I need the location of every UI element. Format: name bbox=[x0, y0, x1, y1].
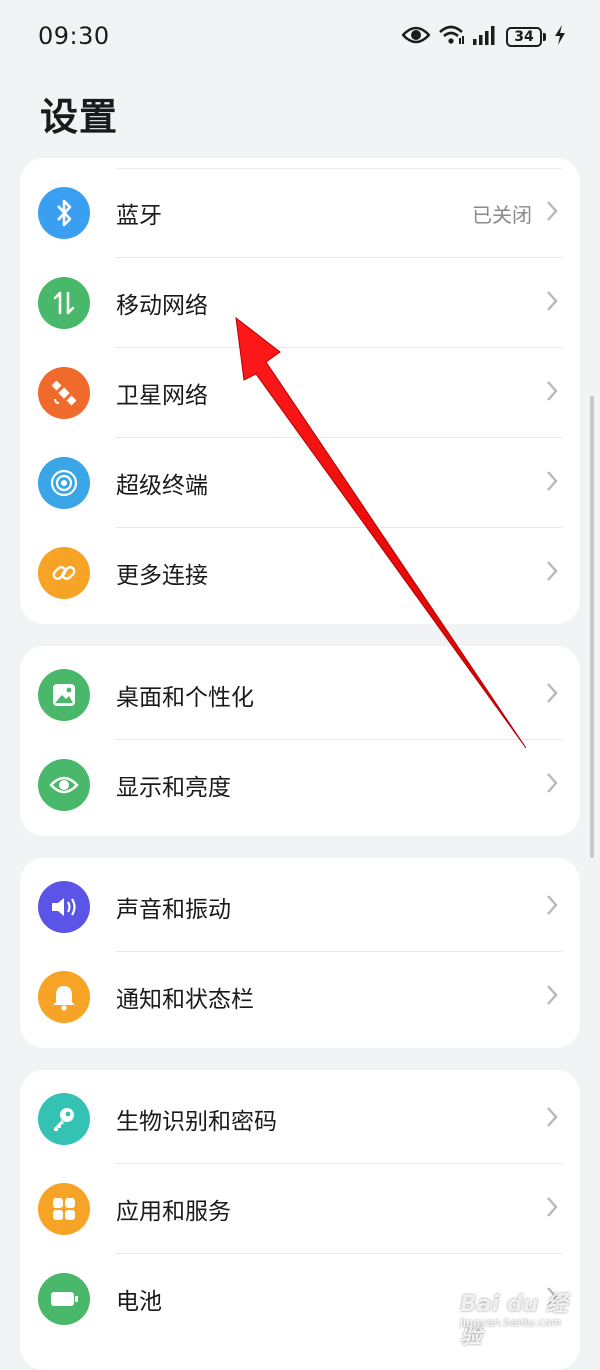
settings-item-biometrics-password[interactable]: 生物识别和密码 bbox=[20, 1074, 580, 1164]
settings-item-label: 应用和服务 bbox=[116, 1199, 231, 1225]
charging-icon bbox=[554, 25, 566, 49]
battery-icon: 34 bbox=[506, 27, 546, 47]
chevron-right-icon bbox=[546, 894, 558, 920]
settings-item-label: 显示和亮度 bbox=[116, 775, 231, 801]
settings-group-display: 桌面和个性化 显示和亮度 bbox=[20, 646, 580, 836]
settings-item-mobile-network[interactable]: 移动网络 bbox=[20, 258, 580, 348]
settings-item-label: 卫星网络 bbox=[116, 383, 208, 409]
watermark-url: jingyan.baidu.com bbox=[460, 1316, 562, 1329]
chevron-right-icon bbox=[546, 772, 558, 798]
settings-group-connections: 蓝牙 已关闭 移动网络 卫星网络 超级终端 更多连接 bbox=[20, 158, 580, 624]
settings-item-label: 通知和状态栏 bbox=[116, 987, 254, 1013]
link-icon bbox=[38, 547, 90, 599]
chevron-right-icon bbox=[546, 560, 558, 586]
settings-item-apps-services[interactable]: 应用和服务 bbox=[20, 1164, 580, 1254]
settings-item-desktop-personalization[interactable]: 桌面和个性化 bbox=[20, 650, 580, 740]
chevron-right-icon bbox=[546, 380, 558, 406]
signal-icon bbox=[472, 25, 498, 49]
wifi-icon bbox=[438, 24, 464, 50]
settings-item-satellite-network[interactable]: 卫星网络 bbox=[20, 348, 580, 438]
super-device-icon bbox=[38, 457, 90, 509]
chevron-right-icon bbox=[546, 470, 558, 496]
settings-item-sound-vibration[interactable]: 声音和振动 bbox=[20, 862, 580, 952]
speaker-icon bbox=[38, 881, 90, 933]
settings-item-label: 声音和振动 bbox=[116, 897, 231, 923]
chevron-right-icon bbox=[546, 682, 558, 708]
apps-icon bbox=[38, 1183, 90, 1235]
wallpaper-icon bbox=[38, 669, 90, 721]
settings-item-more-connections[interactable]: 更多连接 bbox=[20, 528, 580, 618]
eye-icon bbox=[38, 759, 90, 811]
battery-level: 34 bbox=[506, 27, 542, 47]
settings-item-label: 生物识别和密码 bbox=[116, 1109, 277, 1135]
watermark: Bai du 经验 jingyan.baidu.com bbox=[460, 1286, 580, 1349]
battery-icon bbox=[38, 1273, 90, 1325]
settings-item-label: 超级终端 bbox=[116, 473, 208, 499]
settings-item-label: 移动网络 bbox=[116, 293, 208, 319]
chevron-right-icon bbox=[546, 1196, 558, 1222]
settings-item-super-device[interactable]: 超级终端 bbox=[20, 438, 580, 528]
settings-item-display-brightness[interactable]: 显示和亮度 bbox=[20, 740, 580, 830]
status-time: 09:30 bbox=[38, 22, 110, 50]
key-icon bbox=[38, 1093, 90, 1145]
chevron-right-icon bbox=[546, 290, 558, 316]
satellite-icon bbox=[38, 367, 90, 419]
bluetooth-icon bbox=[38, 187, 90, 239]
status-bar: 09:30 34 bbox=[0, 0, 600, 76]
settings-group-sound-notifications: 声音和振动 通知和状态栏 bbox=[20, 858, 580, 1048]
chevron-right-icon bbox=[546, 984, 558, 1010]
mobile-data-icon bbox=[38, 277, 90, 329]
chevron-right-icon bbox=[546, 200, 558, 226]
page-title: 设置 bbox=[40, 95, 119, 139]
bell-icon bbox=[38, 971, 90, 1023]
settings-item-bluetooth[interactable]: 蓝牙 已关闭 bbox=[20, 168, 580, 258]
scrollbar[interactable] bbox=[590, 396, 594, 858]
bluetooth-status: 已关闭 bbox=[472, 202, 532, 227]
chevron-right-icon bbox=[546, 1106, 558, 1132]
settings-item-label: 桌面和个性化 bbox=[116, 685, 254, 711]
settings-item-label: 更多连接 bbox=[116, 563, 208, 589]
eye-icon bbox=[401, 25, 431, 49]
settings-item-label: 蓝牙 bbox=[116, 203, 162, 229]
settings-item-notifications-statusbar[interactable]: 通知和状态栏 bbox=[20, 952, 580, 1042]
status-icons: 34 bbox=[401, 24, 566, 50]
settings-item-label: 电池 bbox=[116, 1289, 162, 1315]
